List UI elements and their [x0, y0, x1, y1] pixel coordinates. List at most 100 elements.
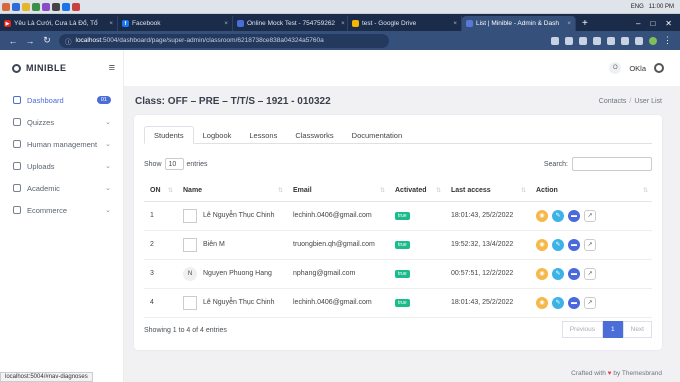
column-header[interactable]: ON ⇅ — [144, 180, 177, 202]
external-link-button[interactable]: ↗ — [584, 296, 596, 309]
search-input[interactable] — [572, 157, 652, 171]
clock[interactable]: 11:00 PM — [649, 4, 674, 10]
maximize-icon[interactable]: □ — [650, 19, 655, 28]
view-button[interactable]: ◉ — [536, 209, 548, 222]
sidebar-item-human-management[interactable]: Human management ⌄ — [0, 133, 123, 155]
close-icon[interactable]: × — [564, 20, 571, 27]
star-icon[interactable] — [635, 36, 643, 45]
edit-button[interactable]: ✎ — [552, 296, 564, 309]
minimize-icon[interactable]: – — [636, 19, 640, 28]
pagination: Previous 1 Next — [561, 321, 652, 338]
sidebar-item-quizzes[interactable]: Quizzes ⌄ — [0, 111, 123, 133]
message-button[interactable]: ▬ — [568, 209, 580, 222]
lang-indicator[interactable]: ENG — [631, 4, 644, 10]
status-badge: true — [395, 270, 410, 278]
edit-button[interactable]: ✎ — [552, 238, 564, 251]
globe-icon — [466, 20, 473, 27]
close-icon[interactable]: × — [106, 20, 113, 27]
edit-button[interactable]: ✎ — [552, 209, 564, 222]
external-link-button[interactable]: ↗ — [584, 209, 596, 222]
system-tray: ENG 11:00 PM — [631, 4, 680, 10]
content-card: Students Logbook Lessons Classworks Docu… — [134, 115, 662, 350]
extension-icon[interactable] — [621, 36, 629, 45]
browser-tab-active[interactable]: List | Minible - Admin & Dash × — [462, 16, 576, 31]
tab-logbook[interactable]: Logbook — [194, 126, 241, 144]
hamburger-icon[interactable]: ≡ — [109, 62, 115, 74]
action-cell: ◉ ✎ ▬ ↗ — [530, 201, 652, 231]
column-header[interactable]: Last access ⇅ — [445, 180, 530, 202]
extension-icon[interactable] — [607, 36, 615, 45]
sidebar-item-dashboard[interactable]: Dashboard 01 — [0, 89, 123, 111]
app-icon[interactable] — [12, 2, 20, 11]
logo[interactable]: MINIBLE ≡ — [0, 50, 123, 86]
show-label: Show — [144, 160, 162, 168]
column-header[interactable]: Email ⇅ — [287, 180, 389, 202]
next-button[interactable]: Next — [622, 321, 652, 338]
row-number: 2 — [144, 230, 177, 260]
profile-icon[interactable] — [649, 36, 657, 45]
view-button[interactable]: ◉ — [536, 267, 548, 280]
close-icon[interactable]: × — [221, 20, 228, 27]
address-bar[interactable]: ⓘ localhost:5004/dashboard/page/super-ad… — [59, 33, 389, 48]
view-button[interactable]: ◉ — [536, 238, 548, 251]
browser-tab[interactable]: f Facebook × — [118, 16, 233, 31]
column-header[interactable]: Name ⇅ — [177, 180, 287, 202]
close-icon[interactable]: × — [450, 20, 457, 27]
forward-icon[interactable]: → — [25, 36, 35, 46]
app-icon[interactable] — [32, 2, 40, 11]
app-icon[interactable] — [62, 2, 70, 11]
tab-lessons[interactable]: Lessons — [240, 126, 286, 144]
tab-documentation[interactable]: Documentation — [343, 126, 411, 144]
tab-students[interactable]: Students — [144, 126, 194, 144]
entries-select[interactable]: 10 — [164, 158, 184, 170]
tab-title: List | Minible - Admin & Dash — [476, 20, 559, 27]
external-link-button[interactable]: ↗ — [584, 238, 596, 251]
taskbar-apps — [0, 2, 80, 11]
footer-suffix: by Themesbrand — [613, 370, 662, 377]
edit-button[interactable]: ✎ — [552, 267, 564, 280]
info-icon[interactable]: ⓘ — [65, 36, 72, 46]
app-icon[interactable] — [72, 2, 80, 11]
message-button[interactable]: ▬ — [568, 296, 580, 309]
extensions: ⋮ — [551, 35, 680, 46]
page-button[interactable]: 1 — [603, 321, 623, 338]
sort-icon: ⇅ — [167, 187, 173, 194]
reload-icon[interactable]: ↻ — [42, 35, 52, 46]
extension-icon[interactable] — [593, 36, 601, 45]
back-icon[interactable]: ← — [8, 36, 18, 46]
status-badge: true — [395, 212, 410, 220]
app-icon[interactable] — [22, 2, 30, 11]
view-button[interactable]: ◉ — [536, 296, 548, 309]
sidebar-item-academic[interactable]: Academic ⌄ — [0, 177, 123, 199]
external-link-button[interactable]: ↗ — [584, 267, 596, 280]
browser-tab[interactable]: ▶ Yêu Là Cưới, Cưa Là Đổ, Tổ × — [0, 16, 118, 31]
search-label: Search: — [543, 160, 568, 168]
sidebar-item-uploads[interactable]: Uploads ⌄ — [0, 155, 123, 177]
close-icon[interactable]: × — [338, 20, 345, 27]
app-icon[interactable] — [52, 2, 60, 11]
row-number: 4 — [144, 288, 177, 318]
message-button[interactable]: ▬ — [568, 267, 580, 280]
tab-classworks[interactable]: Classworks — [286, 126, 342, 144]
browser-tab[interactable]: Online Mock Test - 754759262 × — [233, 16, 348, 31]
avatar[interactable]: O — [609, 62, 622, 74]
new-tab-button[interactable]: + — [576, 16, 594, 31]
user-name[interactable]: OKla — [629, 64, 646, 73]
sidebar-item-ecommerce[interactable]: Ecommerce ⌄ — [0, 199, 123, 221]
breadcrumb-item[interactable]: Contacts — [599, 98, 627, 105]
app-icon[interactable] — [2, 2, 10, 11]
more-icon[interactable]: ⋮ — [663, 35, 672, 46]
column-header[interactable]: Activated ⇅ — [389, 180, 445, 202]
sort-icon: ⇅ — [642, 187, 648, 194]
app-icon[interactable] — [42, 2, 50, 11]
extension-icon[interactable] — [551, 36, 559, 45]
extension-icon[interactable] — [579, 36, 587, 45]
gear-icon[interactable] — [654, 63, 664, 73]
message-button[interactable]: ▬ — [568, 238, 580, 251]
extension-icon[interactable] — [565, 36, 573, 45]
column-header[interactable]: Action ⇅ — [530, 180, 652, 202]
close-window-icon[interactable]: ✕ — [665, 19, 672, 28]
sidebar-item-label: Ecommerce — [27, 205, 68, 215]
previous-button[interactable]: Previous — [561, 321, 603, 338]
browser-tab[interactable]: test - Google Drive × — [348, 16, 462, 31]
